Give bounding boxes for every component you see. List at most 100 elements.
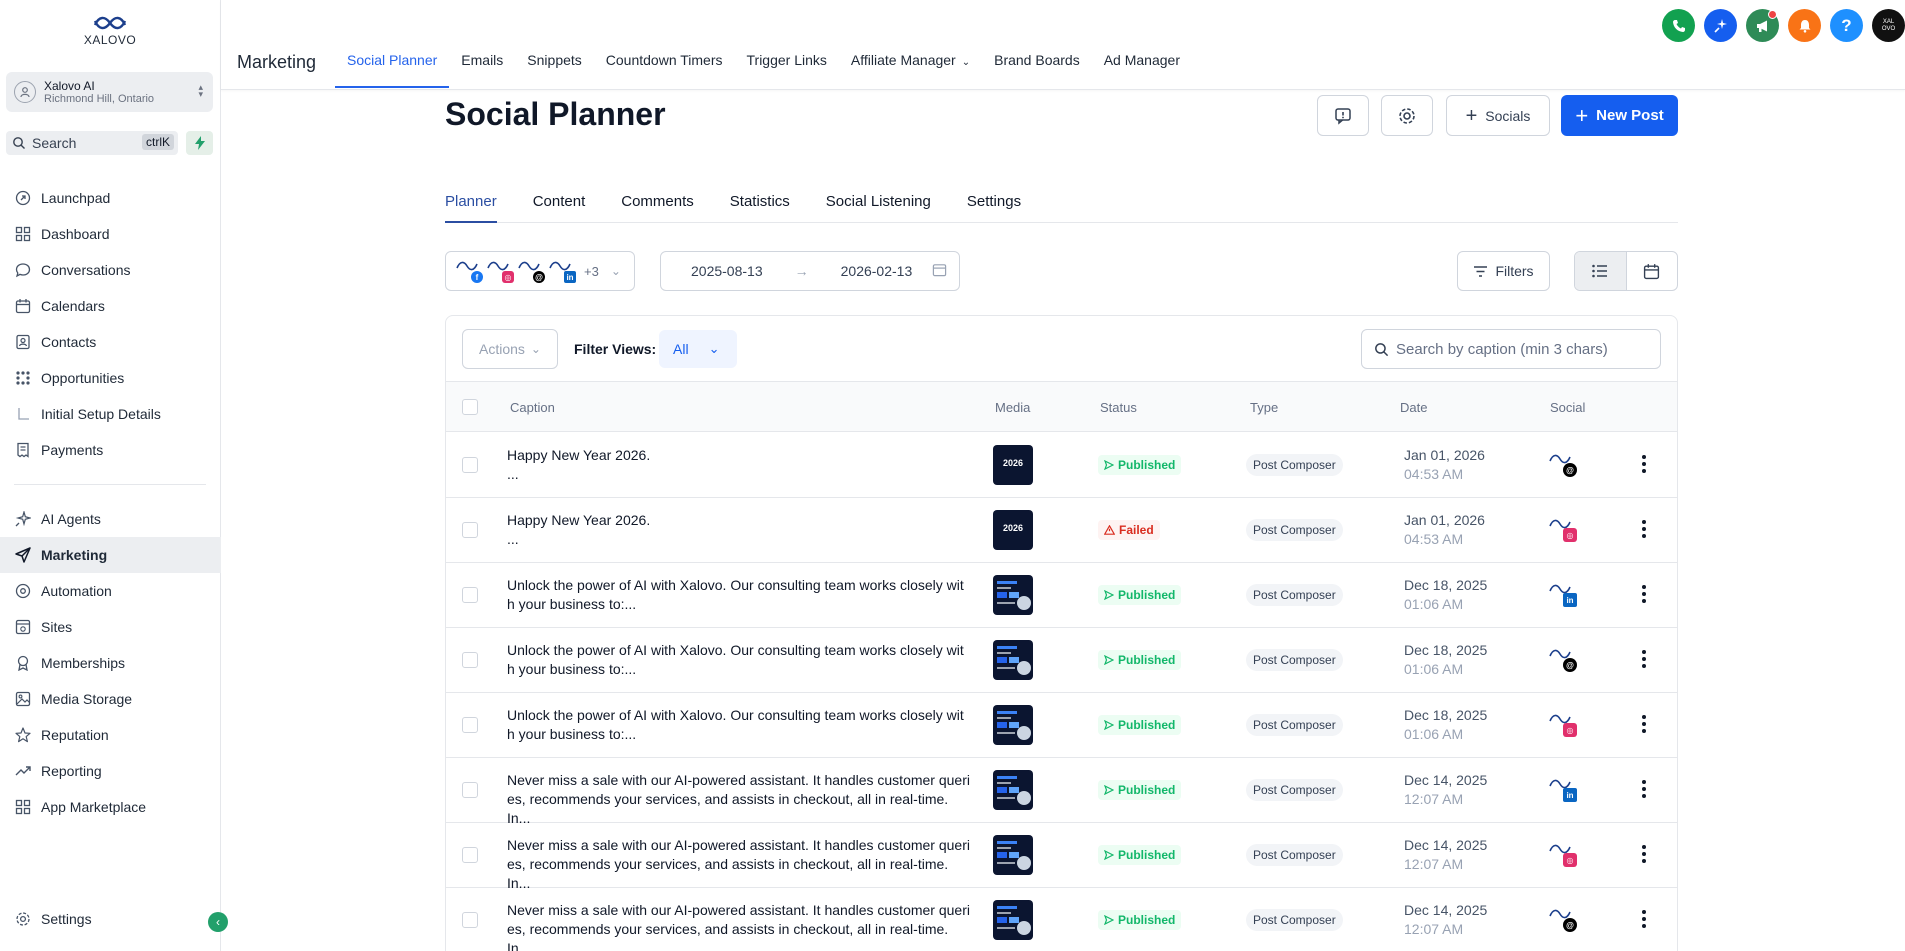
subtab-statistics[interactable]: Statistics — [730, 190, 790, 223]
row-menu-button[interactable] — [1641, 585, 1647, 603]
sidebar-item-marketing[interactable]: Marketing — [0, 537, 221, 573]
post-media-thumbnail[interactable] — [993, 575, 1033, 615]
list-view-button[interactable] — [1575, 252, 1627, 290]
subtab-planner[interactable]: Planner — [445, 190, 497, 223]
row-menu-button[interactable] — [1641, 910, 1647, 928]
tab-ad-manager[interactable]: Ad Manager — [1092, 44, 1192, 88]
megaphone-icon[interactable] — [1746, 9, 1779, 42]
post-caption[interactable]: Never miss a sale with our AI-powered as… — [507, 836, 975, 893]
tab-affiliate-manager[interactable]: Affiliate Manager ⌄ — [839, 44, 982, 88]
sidebar-item-reporting[interactable]: Reporting — [0, 753, 221, 789]
row-checkbox[interactable] — [462, 522, 478, 538]
sidebar-item-label: Conversations — [41, 262, 131, 278]
actions-dropdown[interactable]: Actions ⌄ — [462, 329, 558, 369]
filters-button[interactable]: Filters — [1457, 251, 1550, 291]
row-menu-button[interactable] — [1641, 715, 1647, 733]
row-checkbox[interactable] — [462, 912, 478, 928]
subtab-comments[interactable]: Comments — [621, 190, 694, 223]
table-row[interactable]: Never miss a sale with our AI-powered as… — [446, 888, 1677, 951]
tab-emails[interactable]: Emails — [449, 44, 515, 88]
socials-button[interactable]: + Socials — [1446, 95, 1550, 136]
row-checkbox[interactable] — [462, 652, 478, 668]
tab-brand-boards[interactable]: Brand Boards — [982, 44, 1092, 88]
settings-button[interactable] — [1381, 95, 1433, 136]
sidebar-item-settings[interactable]: Settings — [0, 901, 221, 937]
table-row[interactable]: Happy New Year 2026.... 2026 Published Post… — [446, 433, 1677, 498]
post-media-thumbnail[interactable]: 2026 — [993, 510, 1033, 550]
tab-countdown-timers[interactable]: Countdown Timers — [594, 44, 735, 88]
row-menu-button[interactable] — [1641, 845, 1647, 863]
sidebar-item-payments[interactable]: Payments — [0, 432, 221, 468]
account-switcher[interactable]: Xalovo AI Richmond Hill, Ontario ▴ ▾ — [6, 72, 213, 112]
help-icon[interactable]: ? — [1830, 9, 1863, 42]
table-row[interactable]: Unlock the power of AI with Xalovo. Our … — [446, 628, 1677, 693]
sidebar-collapse-button[interactable]: ‹ — [208, 912, 228, 932]
sidebar-item-media-storage[interactable]: Media Storage — [0, 681, 221, 717]
post-media-thumbnail[interactable] — [993, 835, 1033, 875]
calendar-view-button[interactable] — [1627, 252, 1678, 290]
user-avatar[interactable]: XAL OVO — [1872, 9, 1905, 42]
bell-icon[interactable] — [1788, 9, 1821, 42]
row-checkbox[interactable] — [462, 587, 478, 603]
date-range-picker[interactable]: 2025-08-13 → 2026-02-13 — [660, 251, 960, 291]
sidebar-item-initial-setup-details[interactable]: Initial Setup Details — [0, 396, 221, 432]
sidebar-item-label: Reporting — [41, 763, 102, 779]
tab-snippets[interactable]: Snippets — [515, 44, 593, 88]
post-date-day: Dec 14, 2025 — [1404, 902, 1488, 918]
row-checkbox[interactable] — [462, 717, 478, 733]
post-media-thumbnail[interactable]: 2026 — [993, 445, 1033, 485]
subtab-settings[interactable]: Settings — [967, 190, 1021, 223]
row-menu-button[interactable] — [1641, 520, 1647, 538]
sidebar-item-automation[interactable]: Automation — [0, 573, 221, 609]
tab-trigger-links[interactable]: Trigger Links — [735, 44, 839, 88]
new-post-button[interactable]: + New Post — [1561, 95, 1678, 136]
table-row[interactable]: Unlock the power of AI with Xalovo. Our … — [446, 693, 1677, 758]
post-media-thumbnail[interactable] — [993, 770, 1033, 810]
phone-icon[interactable] — [1662, 9, 1695, 42]
caption-line-1: Unlock the power of AI with Xalovo. Our … — [507, 577, 964, 593]
sidebar-item-app-marketplace[interactable]: App Marketplace — [0, 789, 221, 825]
post-caption[interactable]: Happy New Year 2026.... — [507, 511, 975, 549]
filter-views-select[interactable]: All ⌄ — [659, 330, 737, 368]
subtab-content[interactable]: Content — [533, 190, 586, 223]
row-checkbox[interactable] — [462, 457, 478, 473]
post-media-thumbnail[interactable] — [993, 640, 1033, 680]
ai-assist-icon[interactable] — [1704, 9, 1737, 42]
post-caption[interactable]: Unlock the power of AI with Xalovo. Our … — [507, 641, 975, 679]
sidebar-item-dashboard[interactable]: Dashboard — [0, 216, 221, 252]
sidebar-item-conversations[interactable]: Conversations — [0, 252, 221, 288]
brand-logo[interactable]: XALOVO — [80, 14, 140, 54]
table-row[interactable]: Unlock the power of AI with Xalovo. Our … — [446, 563, 1677, 628]
sidebar-item-ai-agents[interactable]: AI Agents — [0, 501, 221, 537]
table-row[interactable]: Never miss a sale with our AI-powered as… — [446, 758, 1677, 826]
table-row[interactable]: Never miss a sale with our AI-powered as… — [446, 823, 1677, 891]
row-checkbox[interactable] — [462, 847, 478, 863]
post-caption[interactable]: Never miss a sale with our AI-powered as… — [507, 901, 975, 951]
row-checkbox[interactable] — [462, 782, 478, 798]
select-all-checkbox[interactable] — [462, 399, 478, 415]
sidebar-item-calendars[interactable]: Calendars — [0, 288, 221, 324]
post-caption[interactable]: Unlock the power of AI with Xalovo. Our … — [507, 576, 975, 614]
account-selector[interactable]: f ◎ @ in +3 ⌄ — [445, 251, 635, 291]
quick-action-button[interactable] — [186, 131, 213, 155]
sidebar-item-memberships[interactable]: Memberships — [0, 645, 221, 681]
post-caption[interactable]: Happy New Year 2026.... — [507, 446, 975, 484]
post-caption[interactable]: Never miss a sale with our AI-powered as… — [507, 771, 975, 828]
sidebar-item-reputation[interactable]: Reputation — [0, 717, 221, 753]
sidebar-item-opportunities[interactable]: Opportunities — [0, 360, 221, 396]
post-media-thumbnail[interactable] — [993, 705, 1033, 745]
subtab-social-listening[interactable]: Social Listening — [826, 190, 931, 223]
post-caption[interactable]: Unlock the power of AI with Xalovo. Our … — [507, 706, 975, 744]
sidebar-search[interactable]: Search ctrlK — [6, 131, 178, 155]
row-menu-button[interactable] — [1641, 650, 1647, 668]
sidebar-item-sites[interactable]: Sites — [0, 609, 221, 645]
row-menu-button[interactable] — [1641, 455, 1647, 473]
table-row[interactable]: Happy New Year 2026.... 2026 Failed Post Co… — [446, 498, 1677, 563]
caption-search-input[interactable]: Search by caption (min 3 chars) — [1361, 329, 1661, 369]
post-media-thumbnail[interactable] — [993, 900, 1033, 940]
row-menu-button[interactable] — [1641, 780, 1647, 798]
sidebar-item-contacts[interactable]: Contacts — [0, 324, 221, 360]
sidebar-item-launchpad[interactable]: Launchpad — [0, 180, 221, 216]
feedback-button[interactable] — [1317, 95, 1369, 136]
tab-social-planner[interactable]: Social Planner — [335, 44, 450, 88]
